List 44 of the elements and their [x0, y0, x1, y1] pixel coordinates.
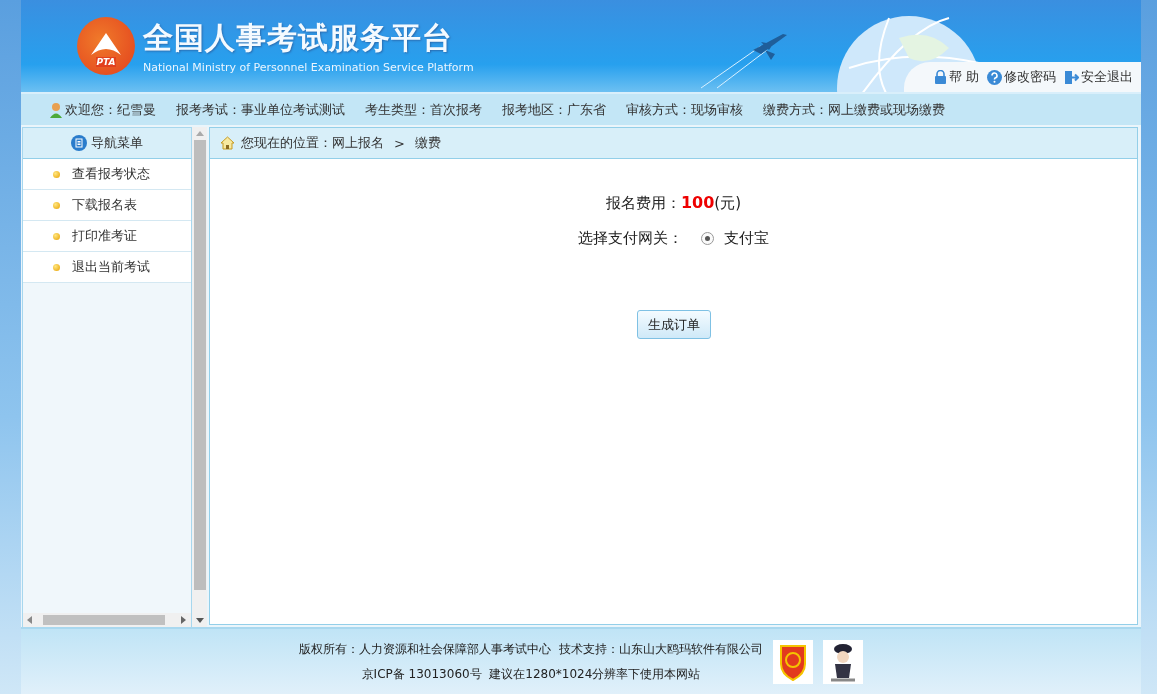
header-link[interactable]: 安全退出: [1064, 68, 1133, 86]
fee-label: 报名费用：: [605, 194, 681, 213]
scroll-right-icon[interactable]: [181, 616, 187, 624]
sidebar-item[interactable]: 下载报名表: [23, 190, 191, 221]
info-text: 报考地区：广东省: [502, 100, 606, 119]
header-link[interactable]: 修改密码: [987, 68, 1056, 86]
radio-label[interactable]: 支付宝: [724, 229, 769, 248]
info-text: 报考考试：事业单位考试测试: [176, 100, 345, 119]
fee-amount: 100: [680, 193, 715, 212]
sidebar-item[interactable]: 退出当前考试: [23, 252, 191, 283]
vertical-scrollbar[interactable]: [192, 127, 207, 627]
info-text: 缴费方式：网上缴费或现场缴费: [763, 100, 945, 119]
sidebar-item[interactable]: 查看报考状态: [23, 159, 191, 190]
generate-order-button[interactable]: 生成订单: [636, 310, 711, 339]
roof-icon: [89, 33, 123, 57]
site-title: 全国人事考试服务平台: [143, 19, 454, 57]
emblem-icon: [772, 639, 813, 684]
exit-icon: [1064, 69, 1079, 85]
logo-text: PTA: [96, 57, 116, 67]
breadcrumb-path: 您现在的位置：网上报名: [241, 134, 384, 152]
info-text: 考生类型：首次报考: [365, 100, 482, 119]
scroll-left-icon[interactable]: [27, 616, 33, 624]
breadcrumb-current: 缴费: [414, 134, 441, 152]
sidebar-item[interactable]: 打印准考证: [23, 221, 191, 252]
icp-text: 京ICP备 13013060号 建议在1280*1024分辨率下使用本网站: [361, 665, 701, 683]
help-icon: [987, 69, 1002, 85]
sidebar-title: 导航菜单: [91, 134, 143, 152]
home-icon: [220, 136, 235, 150]
radio-button[interactable]: [701, 232, 714, 245]
header-link[interactable]: 帮 助: [933, 68, 979, 86]
scroll-up-icon[interactable]: [195, 131, 204, 136]
fee-unit: (元): [714, 194, 742, 213]
breadcrumb-separator: >: [394, 135, 405, 151]
lock-icon: [933, 70, 947, 84]
horizontal-scrollbar[interactable]: [23, 613, 191, 627]
menu-icon: [71, 135, 87, 151]
gateway-label: 选择支付网关：: [578, 229, 683, 248]
scroll-down-icon[interactable]: [195, 618, 204, 623]
info-text: 审核方式：现场审核: [626, 100, 743, 119]
copyright-text: 版权所有：人力资源和社会保障部人事考试中心 技术支持：山东山大鸥玛软件有限公司: [299, 640, 763, 658]
welcome-text: 欢迎您：纪雪曼: [65, 100, 156, 119]
site-subtitle: National Ministry of Personnel Examination Service Platform: [143, 61, 474, 74]
police-figure-icon: [822, 639, 863, 684]
user-icon: [49, 101, 63, 118]
